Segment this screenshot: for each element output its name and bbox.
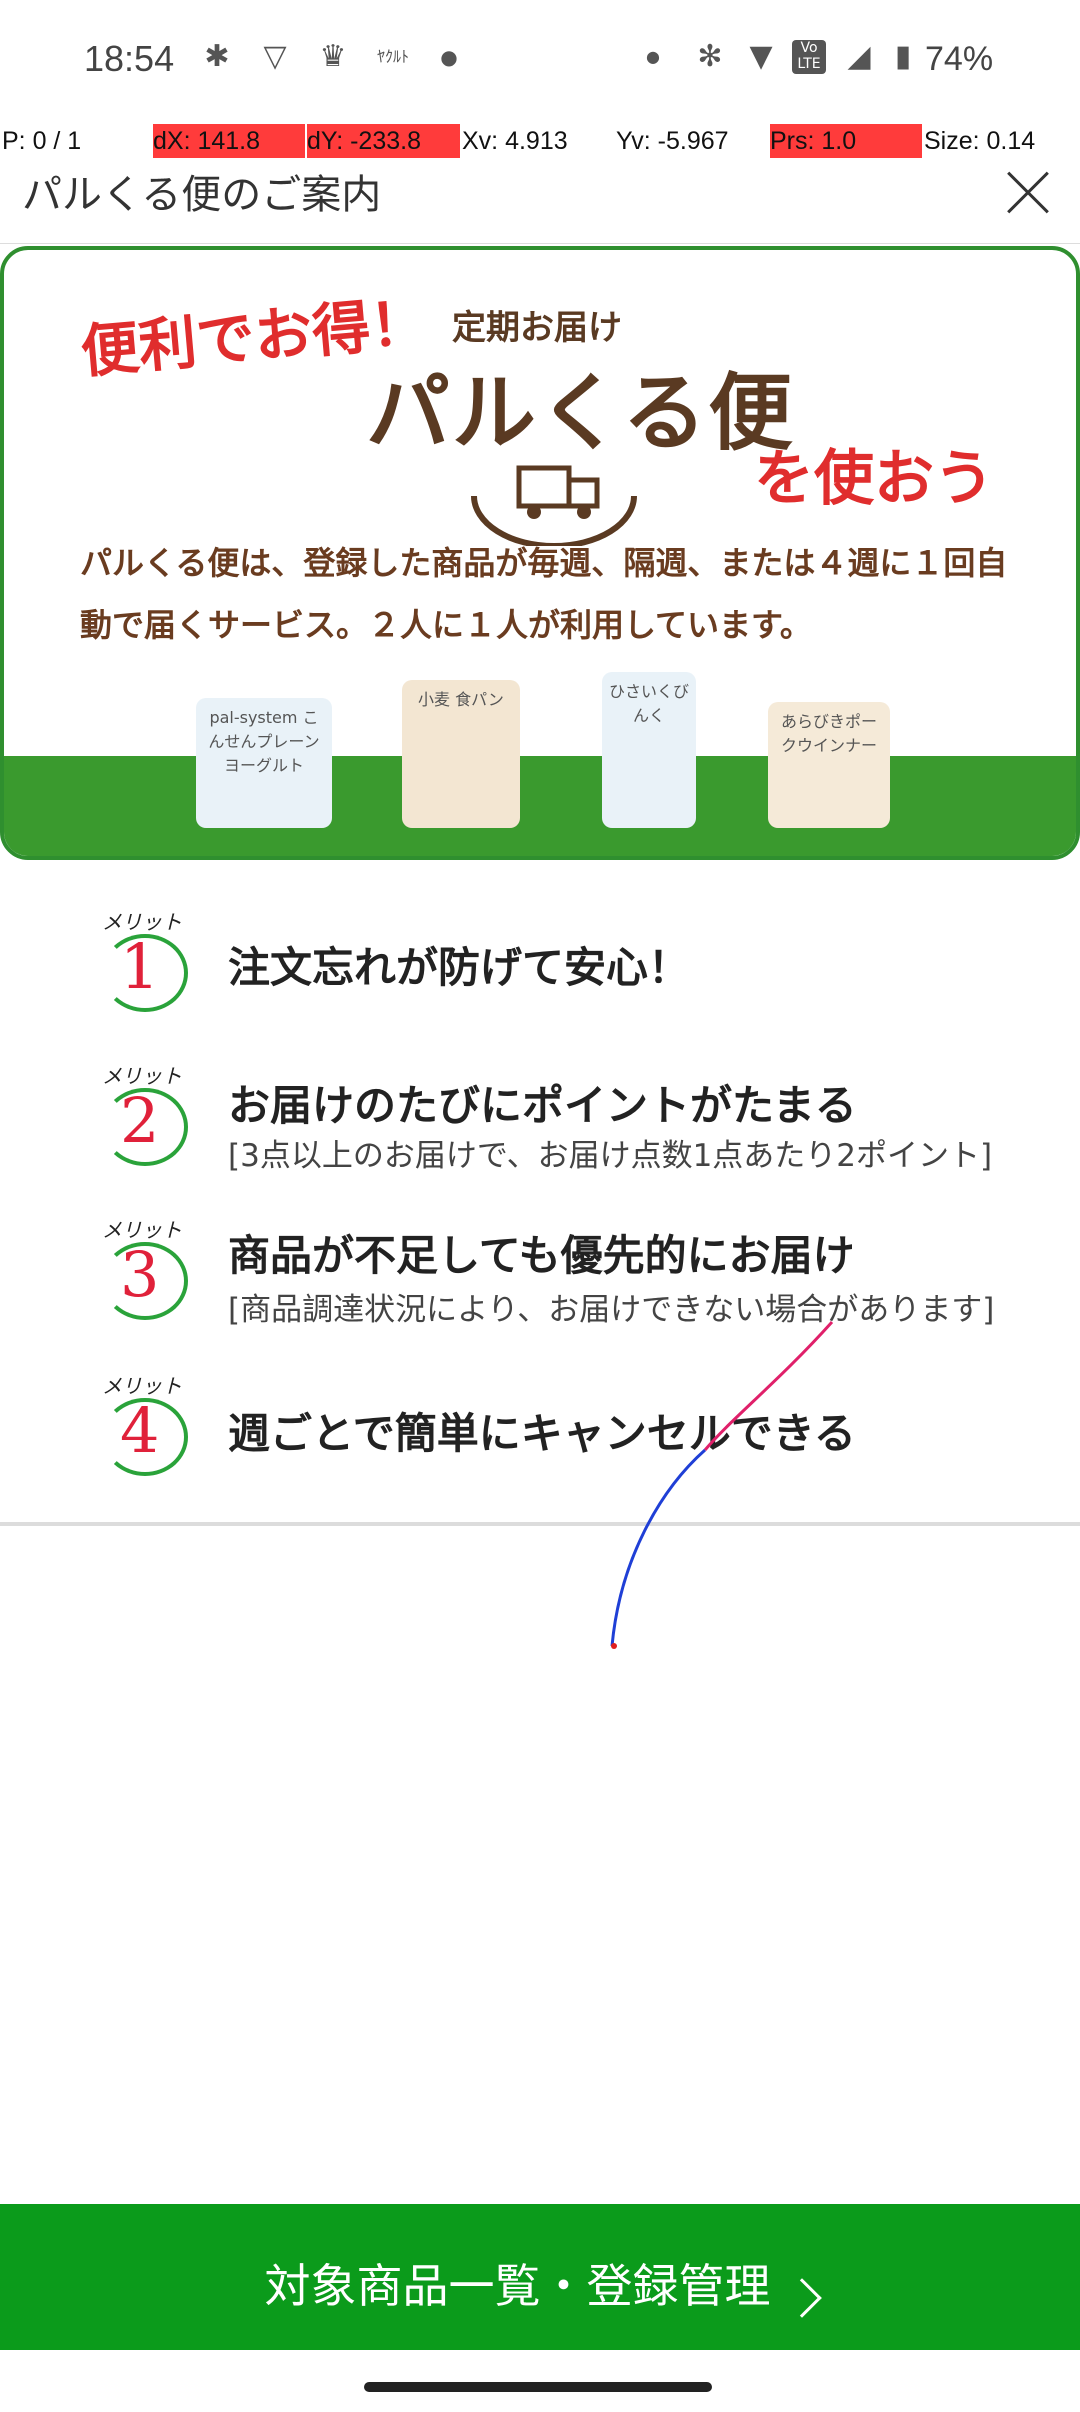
merit-number: 1 xyxy=(120,930,160,1003)
app-icon: ﾔｸﾙﾄ xyxy=(376,47,409,66)
debug-dx: dX: 141.8 xyxy=(153,124,305,158)
banner-subtitle: 定期お届け xyxy=(452,308,622,348)
delivery-truck-icon xyxy=(471,465,637,546)
merit-badge: メリット 2 xyxy=(100,1060,195,1170)
merit-item: メリット 1 注文忘れが防げて安心！ xyxy=(0,906,1080,1026)
wifi-icon: ▼ xyxy=(749,39,773,74)
merit-badge: メリット 1 xyxy=(100,906,195,1016)
product-milk: ひさいくびんく xyxy=(602,672,696,828)
pointer-location-overlay: P: 0 / 1 dX: 141.8 dY: -233.8 Xv: 4.913 … xyxy=(0,124,1080,158)
merit-title: お届けのたびにポイントがたまる xyxy=(228,1081,857,1130)
debug-prs: Prs: 1.0 xyxy=(770,124,922,158)
home-indicator[interactable] xyxy=(364,2382,712,2392)
battery-icon: ▮ xyxy=(894,39,912,74)
status-time: 18:54 xyxy=(84,38,175,79)
merit-number: 2 xyxy=(120,1084,160,1157)
dot-icon: ● xyxy=(646,47,660,66)
close-button[interactable] xyxy=(994,160,1060,226)
section-divider xyxy=(0,1522,1080,1526)
debug-yv: Yv: -5.967 xyxy=(616,127,729,155)
debug-xv: Xv: 4.913 xyxy=(462,127,568,155)
merit-badge: メリット 4 xyxy=(100,1370,195,1480)
trophy-icon: ♛ xyxy=(319,39,347,74)
merit-title: 週ごとで簡単にキャンセルできる xyxy=(228,1409,856,1458)
volte-icon: Vo LTE xyxy=(792,40,826,74)
merit-item: メリット 2 お届けのたびにポイントがたまる [3点以上のお届けで、お届け点数1… xyxy=(0,1060,1080,1180)
battery-percentage: 74% xyxy=(925,40,994,78)
merit-item: メリット 4 週ごとで簡単にキャンセルできる xyxy=(0,1370,1080,1490)
product-sausage: あらびきポークウインナー xyxy=(768,702,890,828)
debug-size: Size: 0.14 xyxy=(924,127,1036,155)
page-title: パルくる便のご案内 xyxy=(22,172,382,218)
banner-description: パルくる便は、登録した商品が毎週、隔週、または４週に１回自動で届くサービス。２人… xyxy=(80,544,1008,644)
merit-note: [商品調達状況により、お届けできない場合があります] xyxy=(228,1292,995,1328)
dialog-header: パルくる便のご案内 xyxy=(0,158,1080,244)
debug-pointer: P: 0 / 1 xyxy=(2,127,82,155)
merit-item: メリット 3 商品が不足しても優先的にお届け [商品調達状況により、お届けできな… xyxy=(0,1214,1080,1334)
debug-dy: dY: -233.8 xyxy=(307,124,460,158)
palkuru-banner: 便利でお得！ 定期お届け パルくる便 を使おう パルくる便は、登録した商品が毎週… xyxy=(0,246,1080,860)
merit-title: 商品が不足しても優先的にお届け xyxy=(228,1231,855,1280)
merit-title: 注文忘れが防げて安心！ xyxy=(228,943,691,992)
chevron-right-icon xyxy=(781,2277,822,2318)
product-yogurt: pal-system こんせんプレーンヨーグルト xyxy=(196,698,332,828)
signal-icon: ◢ xyxy=(847,39,871,74)
grass-decoration xyxy=(4,756,1076,856)
merit-number: 3 xyxy=(120,1238,160,1311)
status-bar: 18:54 ✱ ▽ ♛ ﾔｸﾙﾄ ● ● ✻ ▼ Vo LTE ◢ ▮ 74% xyxy=(0,0,1080,124)
banner-use-text: を使おう xyxy=(754,444,994,514)
merit-note: [3点以上のお届けで、お届け点数1点あたり2ポイント] xyxy=(228,1138,993,1174)
slack-icon: ✱ xyxy=(204,39,230,74)
merit-number: 4 xyxy=(120,1394,160,1467)
bluetooth-icon: ✻ xyxy=(697,39,723,74)
cta-label: 対象商品一覧・登録管理 xyxy=(264,2259,771,2313)
vpn-icon: ▽ xyxy=(263,39,287,74)
product-list-registration-button[interactable]: 対象商品一覧・登録管理 xyxy=(0,2204,1080,2350)
product-bread: 小麦 食パン xyxy=(402,680,520,828)
merit-badge: メリット 3 xyxy=(100,1214,195,1324)
dot-icon: ● xyxy=(440,45,458,69)
